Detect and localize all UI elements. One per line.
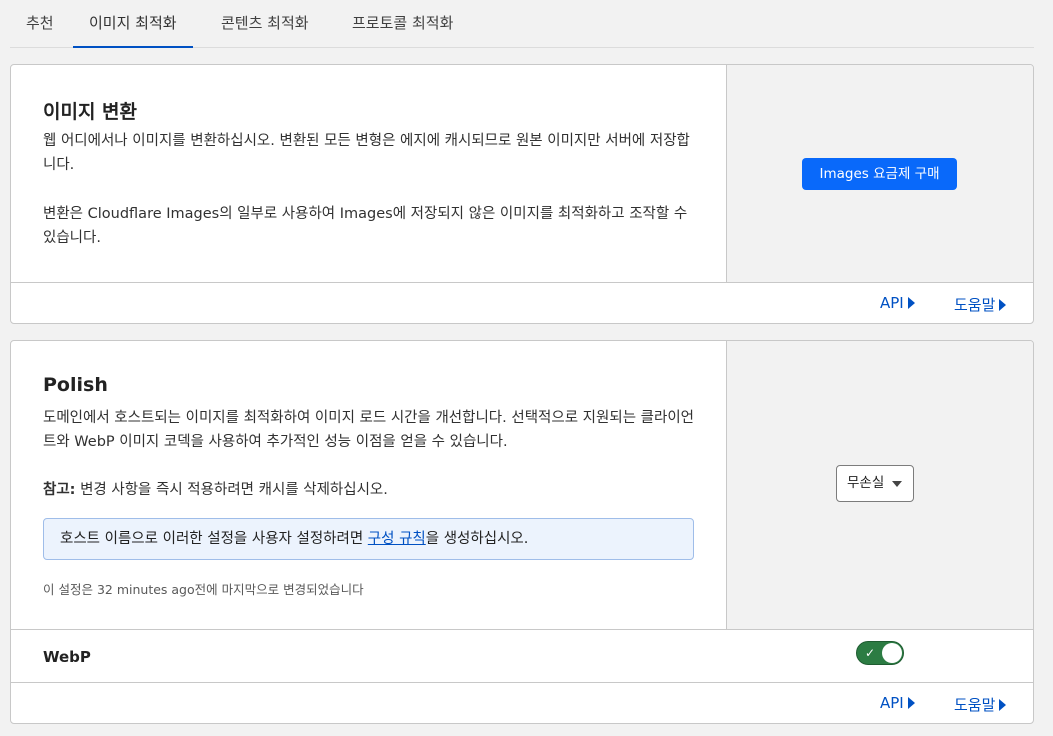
image-transformations-card: Images 요금제 구매 이미지 변환 웹 어디에서나 이미지를 변환하십시오… (10, 64, 1034, 324)
toggle-knob (882, 643, 902, 663)
config-rules-notice: 호스트 이름으로 이러한 설정을 사용자 설정하려면 구성 규칙을 생성하십시오… (43, 518, 694, 560)
chevron-right-icon (907, 297, 915, 309)
api-link[interactable]: API (880, 694, 915, 712)
tab-protocol-optimization[interactable]: 프로토콜 최적화 (352, 0, 453, 48)
chevron-right-icon (907, 697, 915, 709)
card-action-panel: Images 요금제 구매 (726, 65, 1033, 283)
card-description: 웹 어디에서나 이미지를 변환하십시오. 변환된 모든 변형은 에지에 캐시되므… (43, 133, 690, 173)
help-link[interactable]: 도움말 (954, 694, 1007, 715)
check-icon: ✓ (865, 646, 876, 660)
card-action-panel: 무손실 (726, 341, 1033, 630)
help-link[interactable]: 도움말 (954, 294, 1007, 315)
select-value: 무손실 (847, 475, 885, 491)
last-modified-text: 이 설정은 32 minutes ago전에 마지막으로 변경되었습니다 (43, 582, 364, 597)
chevron-right-icon (999, 699, 1007, 711)
divider (11, 629, 1033, 630)
card-description: 도메인에서 호스트되는 이미지를 최적화하여 이미지 로드 시간을 개선합니다.… (43, 410, 694, 450)
help-link-label: 도움말 (954, 296, 996, 314)
api-link[interactable]: API (880, 294, 915, 312)
webp-label: WebP (43, 648, 91, 666)
divider (11, 682, 1033, 683)
tab-content-optimization[interactable]: 콘텐츠 최적화 (221, 0, 309, 48)
card-title: 이미지 변환 (43, 101, 138, 123)
config-rules-link[interactable]: 구성 규칙 (368, 531, 426, 547)
webp-toggle[interactable]: ✓ (856, 641, 904, 665)
api-link-label: API (880, 294, 904, 312)
note-label: 참고: (43, 482, 76, 498)
chevron-right-icon (999, 299, 1007, 311)
notice-text: 호스트 이름으로 이러한 설정을 사용자 설정하려면 (60, 531, 368, 547)
cache-note: 참고: 변경 사항을 즉시 적용하려면 캐시를 삭제하십시오. (43, 478, 703, 502)
divider (11, 282, 1033, 283)
notice-text-suffix: 을 생성하십시오. (425, 531, 529, 547)
caret-down-icon (892, 481, 902, 487)
note-text: 변경 사항을 즉시 적용하려면 캐시를 삭제하십시오. (75, 482, 388, 498)
purchase-images-plan-button[interactable]: Images 요금제 구매 (802, 158, 957, 190)
api-link-label: API (880, 694, 904, 712)
card-title: Polish (43, 374, 108, 396)
card-description-secondary: 변환은 Cloudflare Images의 일부로 사용하여 Images에 … (43, 206, 688, 246)
tab-image-optimization[interactable]: 이미지 최적화 (73, 0, 193, 48)
tab-recommendations[interactable]: 추천 (26, 0, 54, 48)
help-link-label: 도움말 (954, 696, 996, 714)
tab-bar: 추천 이미지 최적화 콘텐츠 최적화 프로토콜 최적화 (10, 0, 1034, 48)
polish-card: 무손실 Polish 도메인에서 호스트되는 이미지를 최적화하여 이미지 로드… (10, 340, 1034, 724)
polish-mode-select[interactable]: 무손실 (836, 465, 914, 502)
